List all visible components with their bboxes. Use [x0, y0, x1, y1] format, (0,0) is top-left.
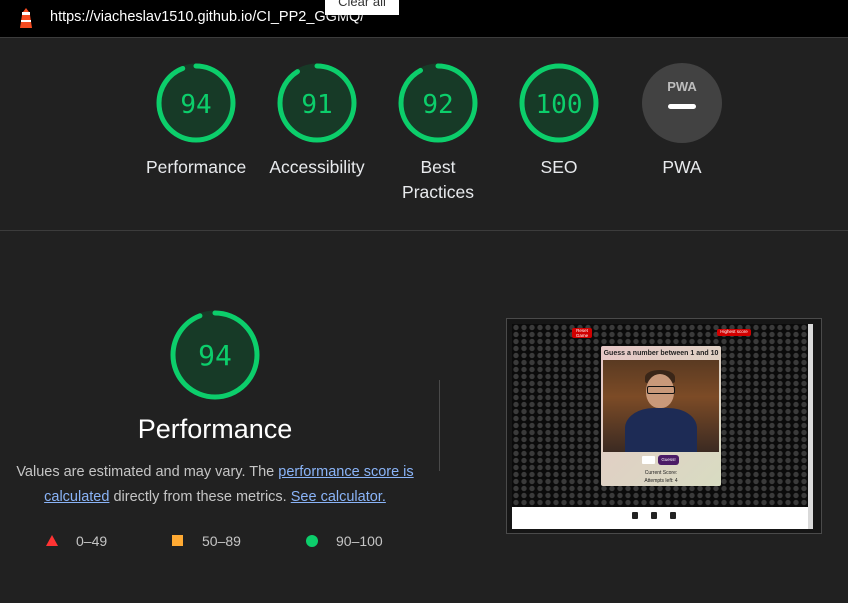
guess-button: Guess! [658, 455, 679, 465]
score-gauge-icon: 91 [277, 63, 357, 143]
gauge-accessibility[interactable]: 91 Accessibility [267, 61, 367, 180]
legend-range: 90–100 [336, 533, 383, 549]
current-score-text: Current Score: [644, 470, 678, 476]
gauge-performance[interactable]: 94 Performance [146, 61, 246, 180]
score-value: 91 [301, 90, 332, 120]
square-icon [172, 535, 183, 546]
legend-range: 0–49 [76, 533, 108, 549]
score-value: 100 [536, 90, 583, 120]
game-image [603, 360, 719, 452]
pwa-badge-icon: PWA [642, 63, 722, 143]
performance-description: Values are estimated and may vary. The p… [10, 460, 420, 509]
linkedin-icon [670, 512, 676, 519]
circle-icon [306, 535, 318, 547]
screenshot-image: Reset Game Highest score Guess a number … [512, 324, 813, 529]
report-url[interactable]: https://viacheslav1510.github.io/CI_PP2_… [50, 9, 364, 25]
clear-all-tooltip[interactable]: Clear all [325, 0, 399, 15]
score-value: 92 [422, 90, 453, 120]
report-header: https://viacheslav1510.github.io/CI_PP2_… [0, 0, 848, 38]
highest-score-button: Highest score [717, 329, 751, 336]
scrollbar [808, 324, 813, 529]
scores-overview: 94 Performance 91 Accessibility 92 Best … [0, 38, 848, 231]
performance-gauge-icon: 94 [170, 310, 260, 400]
pwa-badge-text: PWA [667, 79, 697, 94]
attempts-text: Attempts left: 4 [644, 478, 678, 484]
score-gauge-icon: 92 [398, 63, 478, 143]
gauge-pwa[interactable]: PWA PWA [632, 61, 732, 180]
performance-title: Performance [137, 414, 293, 444]
gauge-label: SEO [540, 157, 578, 177]
card-title: Guess a number between 1 and 10 [603, 350, 719, 357]
gauge-best-practices[interactable]: 92 Best Practices [388, 61, 488, 205]
score-gauge-icon: 100 [519, 63, 599, 143]
score-gauge-icon: 94 [156, 63, 236, 143]
final-screenshot-thumbnail[interactable]: Reset Game Highest score Guess a number … [506, 318, 822, 534]
legend-range: 50–89 [202, 533, 241, 549]
reset-game-button: Reset Game [572, 328, 592, 338]
description-text: Values are estimated and may vary. The [16, 464, 279, 480]
game-card: Guess a number between 1 and 10 Guess! C… [601, 346, 721, 486]
performance-score: 94 [198, 339, 232, 372]
mail-icon [651, 512, 657, 519]
gauge-label: Performance [146, 157, 247, 177]
gauge-label: Accessibility [269, 157, 365, 177]
score-value: 94 [180, 90, 211, 120]
description-text: directly from these metrics. [109, 488, 291, 505]
github-icon [632, 512, 638, 519]
gauge-seo[interactable]: 100 SEO [509, 61, 609, 180]
guess-input [642, 456, 655, 464]
gauge-label: Best Practices [402, 157, 474, 202]
see-calculator-link[interactable]: See calculator. [291, 489, 386, 505]
lighthouse-icon [20, 8, 32, 28]
gauge-label: PWA [662, 157, 702, 177]
triangle-icon [46, 535, 58, 546]
page-footer [512, 507, 808, 529]
divider [439, 380, 440, 471]
